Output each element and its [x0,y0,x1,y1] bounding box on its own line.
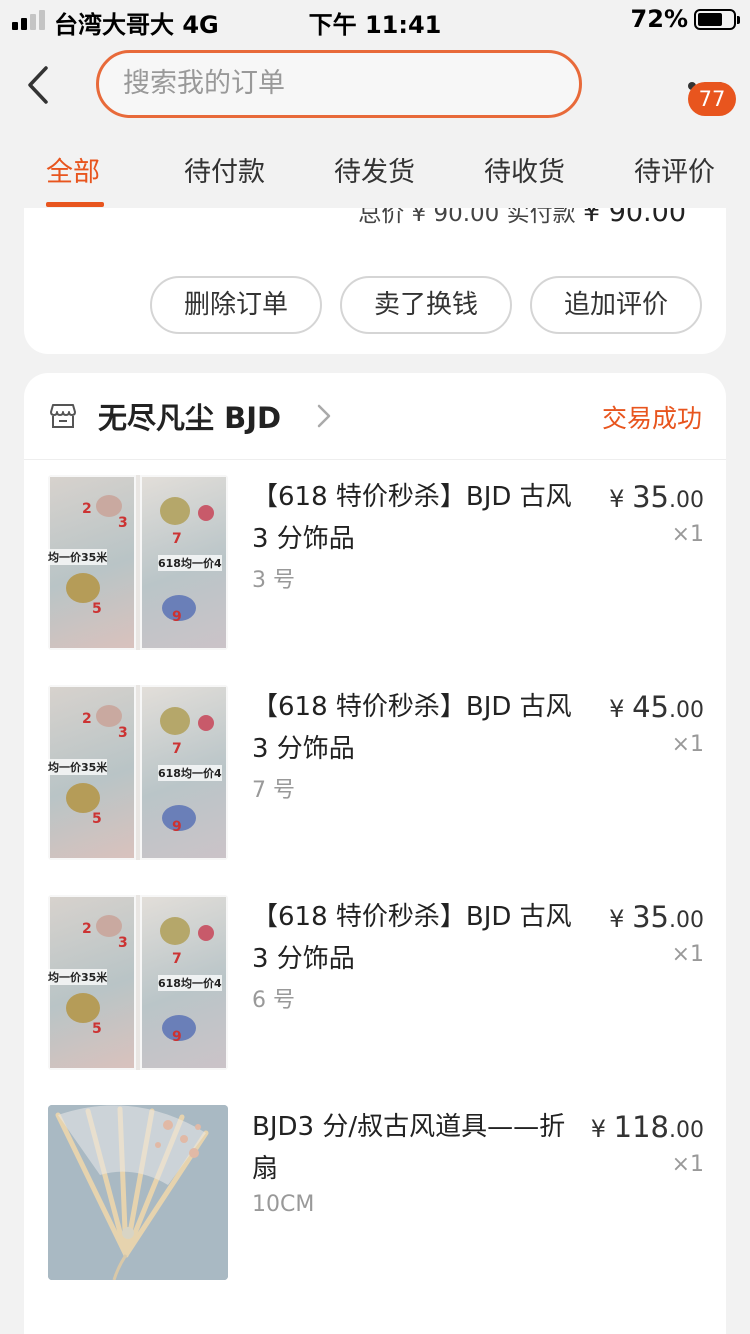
add-review-button[interactable]: 追加评价 [530,276,702,334]
collage-caption: 618均一价4 [158,555,222,571]
paid-value: ¥ 90.00 [582,208,686,228]
delete-order-button[interactable]: 删除订单 [150,276,322,334]
battery-percent: 72% [630,5,688,33]
collage-number: 5 [92,1021,102,1037]
message-badge[interactable]: 77 [688,82,736,116]
collage-number: 7 [172,531,182,547]
order-total-line: 总价 ¥ 90.00 实付款 ¥ 90.00 [358,208,686,228]
order-list[interactable]: 总价 ¥ 90.00 实付款 ¥ 90.00 删除订单 卖了换钱 追加评价 无尽… [0,208,750,1334]
back-arrow-icon [28,66,48,104]
fan-illustration [48,1105,228,1280]
item-spec: 3 号 [252,568,295,593]
collage-number: 2 [82,921,92,937]
product-thumbnail: 2 3 5 7 9 均一价35米 618均一价4 [48,685,228,860]
collage-caption: 618均一价4 [158,975,222,991]
chevron-right-icon [317,404,331,428]
price-decimal: .00 [669,488,704,513]
item-price: ¥ 35.00 [609,900,704,934]
collage-number: 7 [172,741,182,757]
header: 搜索我的订单 77 [0,40,750,130]
currency-symbol: ¥ [609,905,625,933]
product-thumbnail [48,1105,228,1280]
product-collage-image: 2 3 5 7 9 均一价35米 618均一价4 [48,895,228,1070]
collage-number: 5 [92,601,102,617]
order-item[interactable]: 2 3 5 7 9 均一价35米 618均一价4 【618 特价秒杀】BJD 古… [24,460,726,650]
tab-pending-payment[interactable]: 待付款 [184,150,265,189]
item-price: ¥ 118.00 [591,1110,704,1144]
tab-pending-shipment[interactable]: 待发货 [334,150,415,189]
folding-fan-image [48,1105,228,1280]
search-input[interactable]: 搜索我的订单 [96,50,582,118]
collage-number: 2 [82,501,92,517]
collage-number: 5 [92,811,102,827]
battery-icon [694,9,740,30]
back-button[interactable] [20,60,64,110]
order-tabs: 全部 待付款 待发货 待收货 待评价 [0,140,750,208]
collage-number: 2 [82,711,92,727]
tab-pending-receipt[interactable]: 待收货 [484,150,565,189]
collage-caption: 均一价35米 [48,969,108,985]
price-integer: 118 [613,1110,669,1144]
currency-symbol: ¥ [609,485,625,513]
order-card: 无尽凡尘 BJD 交易成功 2 3 5 7 9 均一价35米 618均一价4 【… [24,373,726,1334]
price-decimal: .00 [669,908,704,933]
item-spec: 6 号 [252,988,295,1013]
search-placeholder: 搜索我的订单 [123,68,285,99]
tab-pending-review[interactable]: 待评价 [634,150,715,189]
shop-name[interactable]: 无尽凡尘 BJD [98,395,281,437]
order-item[interactable]: BJD3 分/叔古风道具——折扇 10CM ¥ 118.00 ×1 [24,1090,726,1280]
item-price: ¥ 35.00 [609,480,704,514]
product-thumbnail: 2 3 5 7 9 均一价35米 618均一价4 [48,895,228,1070]
product-thumbnail: 2 3 5 7 9 均一价35米 618均一价4 [48,475,228,650]
item-quantity: ×1 [671,732,704,757]
price-integer: 45 [632,690,669,724]
shop-header[interactable]: 无尽凡尘 BJD 交易成功 [24,373,726,460]
tab-all[interactable]: 全部 [46,150,100,189]
collage-number: 7 [172,951,182,967]
item-title[interactable]: 【618 特价秒杀】BJD 古风 3 分饰品 [252,476,572,560]
collage-number: 9 [172,819,182,835]
order-status: 交易成功 [601,404,702,433]
product-collage-image: 2 3 5 7 9 均一价35米 618均一价4 [48,475,228,650]
item-price: ¥ 45.00 [609,690,704,724]
item-spec: 7 号 [252,778,295,803]
currency-symbol: ¥ [590,1115,606,1143]
item-title[interactable]: 【618 特价秒杀】BJD 古风 3 分饰品 [252,896,572,980]
collage-number: 9 [172,609,182,625]
item-quantity: ×1 [671,942,704,967]
collage-number: 9 [172,1029,182,1045]
item-quantity: ×1 [671,522,704,547]
collage-number: 3 [118,515,128,531]
active-tab-indicator [46,202,104,207]
item-spec: 10CM [252,1192,315,1217]
paid-label: 实付款 [506,208,576,227]
item-quantity: ×1 [671,1152,704,1177]
item-title[interactable]: BJD3 分/叔古风道具——折扇 [252,1106,572,1190]
price-decimal: .00 [669,1118,704,1143]
shop-icon [50,404,76,428]
status-bar: 台湾大哥大 4G 下午 11:41 72% [0,0,750,40]
price-integer: 35 [632,900,669,934]
total-price-label: 总价 [358,208,405,227]
order-card-previous: 总价 ¥ 90.00 实付款 ¥ 90.00 删除订单 卖了换钱 追加评价 [24,208,726,354]
currency-symbol: ¥ [609,695,625,723]
order-item[interactable]: 2 3 5 7 9 均一价35米 618均一价4 【618 特价秒杀】BJD 古… [24,880,726,1070]
item-title[interactable]: 【618 特价秒杀】BJD 古风 3 分饰品 [252,686,572,770]
resell-button[interactable]: 卖了换钱 [340,276,512,334]
price-decimal: .00 [669,698,704,723]
collage-caption: 618均一价4 [158,765,222,781]
collage-number: 3 [118,935,128,951]
product-collage-image: 2 3 5 7 9 均一价35米 618均一价4 [48,685,228,860]
order-item[interactable]: 2 3 5 7 9 均一价35米 618均一价4 【618 特价秒杀】BJD 古… [24,670,726,860]
price-integer: 35 [632,480,669,514]
collage-number: 3 [118,725,128,741]
collage-caption: 均一价35米 [48,549,108,565]
total-price-value: ¥ 90.00 [411,208,500,227]
collage-caption: 均一价35米 [48,759,108,775]
